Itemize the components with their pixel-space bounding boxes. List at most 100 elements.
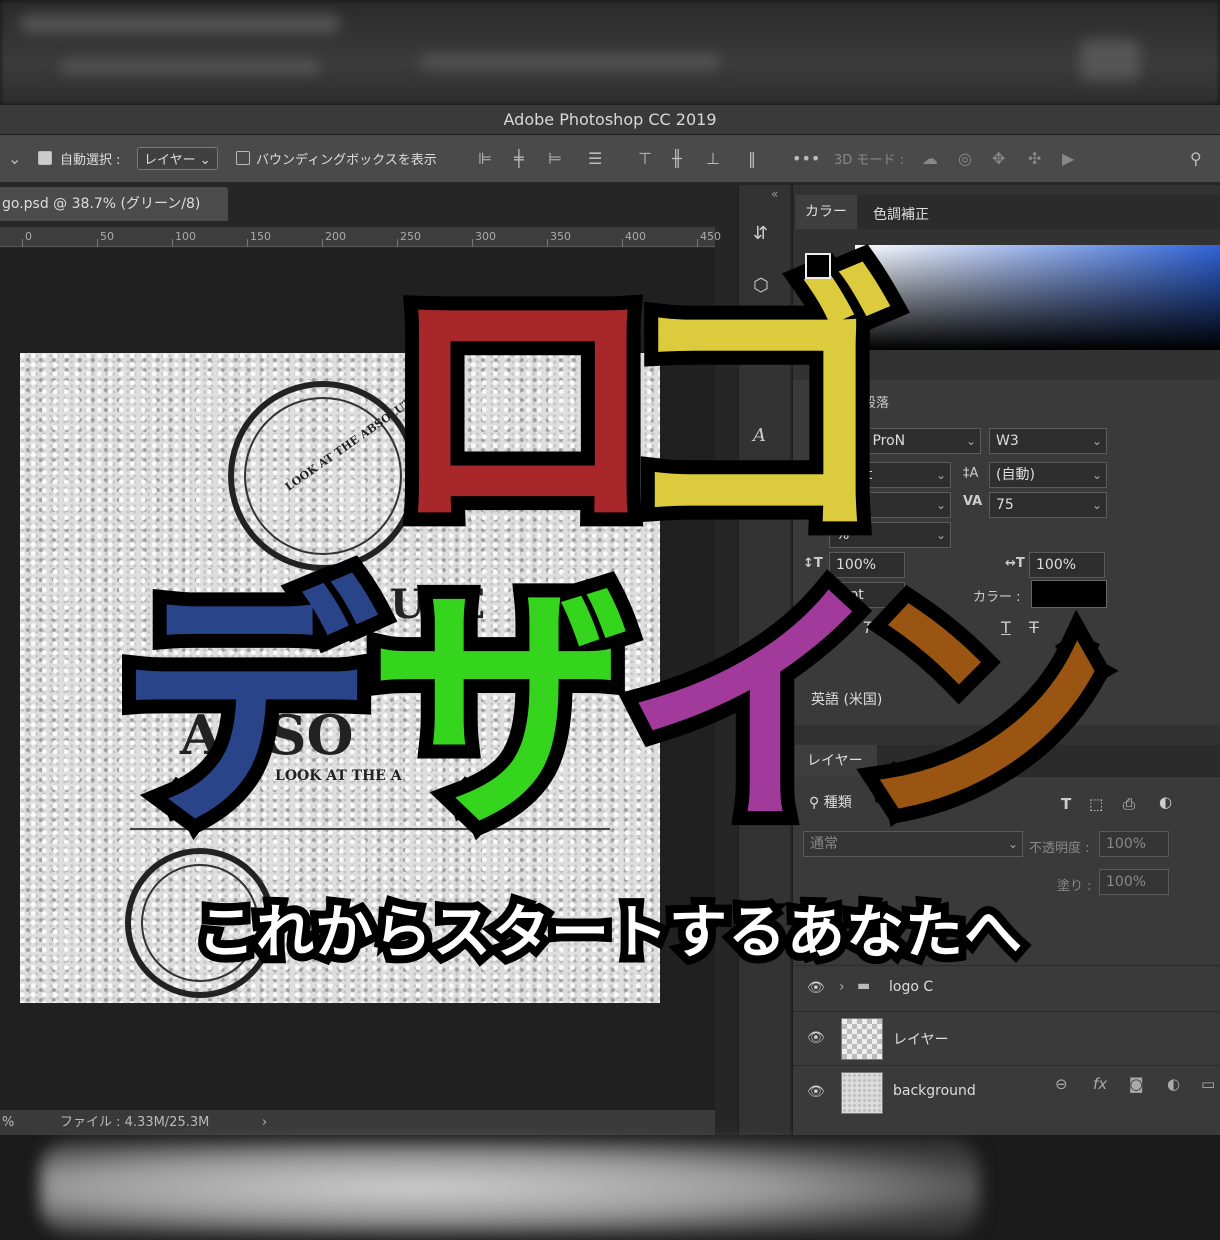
chevron-down-icon: ⌄ bbox=[935, 528, 946, 542]
font-family-select[interactable]: 角ゴ ProN ⌄ bbox=[833, 428, 981, 454]
align-left-icon[interactable]: ⊫ bbox=[478, 149, 492, 168]
layer-thumbnail bbox=[841, 1018, 883, 1060]
proportional-spacing-field[interactable]: % ⌄ bbox=[829, 522, 951, 548]
status-file-size: ファイル : 4.33M/25.3M bbox=[60, 1115, 210, 1130]
align-right-icon[interactable]: ⊨ bbox=[548, 149, 562, 168]
search-icon[interactable]: ⚲ bbox=[1190, 149, 1202, 168]
collapse-icon[interactable]: « bbox=[771, 187, 778, 201]
font-weight-select[interactable]: W3 ⌄ bbox=[989, 428, 1107, 454]
color-spectrum[interactable] bbox=[855, 245, 1220, 350]
ruler-tick-label: 100 bbox=[175, 230, 196, 243]
ruler-tick bbox=[697, 239, 698, 247]
ruler-tick bbox=[397, 239, 398, 247]
filter-type-icon[interactable]: T bbox=[1061, 795, 1071, 813]
3d-slide-icon[interactable]: ✣ bbox=[1028, 149, 1041, 168]
chevron-down-icon: ⌄ bbox=[935, 468, 946, 482]
paper-rule bbox=[130, 828, 610, 830]
auto-select-label: 自動選択 : bbox=[60, 153, 121, 168]
tracking-value: 75 bbox=[996, 497, 1014, 513]
kerning-field[interactable]: ⌄ bbox=[851, 492, 951, 518]
fx-icon[interactable]: fx bbox=[1093, 1075, 1107, 1093]
language-select[interactable]: 英語 (米国) bbox=[805, 688, 945, 714]
distribute-vertical-icon[interactable]: ‖ bbox=[748, 149, 756, 168]
font-size-field[interactable]: pt ⌄ bbox=[851, 462, 951, 488]
align-middle-icon[interactable]: ╫ bbox=[672, 149, 682, 168]
underline-icon[interactable]: T bbox=[1001, 618, 1011, 637]
baseline-shift-value: 0 pt bbox=[836, 587, 864, 603]
ruler-tick bbox=[622, 239, 623, 247]
vertical-scale-field[interactable]: 100% bbox=[829, 552, 905, 578]
document-canvas[interactable]: LOOK AT THE ABSOLUTE VALUE UTE ABSO LOOK… bbox=[20, 353, 660, 1003]
eye-icon[interactable]: 👁 bbox=[807, 980, 825, 996]
ruler-tick bbox=[547, 239, 548, 247]
filter-shape-icon[interactable]: ⬚ bbox=[1089, 795, 1103, 813]
auto-select-dropdown[interactable]: レイヤー ⌄ bbox=[137, 147, 218, 170]
status-zoom[interactable]: % bbox=[2, 1110, 14, 1135]
layer-row[interactable]: 👁 レイヤー bbox=[793, 1011, 1220, 1065]
auto-select-checkbox[interactable] bbox=[38, 151, 52, 165]
tracking-field[interactable]: 75 ⌄ bbox=[989, 492, 1107, 518]
bounding-box-label: バウンディングボックスを表示 bbox=[256, 153, 437, 168]
proportional-spacing-value: % bbox=[836, 527, 850, 543]
blend-mode-select[interactable]: 通常 ⌄ bbox=[803, 831, 1023, 857]
document-tab[interactable]: go.psd @ 38.7% (グリーン/8) bbox=[0, 187, 228, 221]
3d-orbit-icon[interactable]: ☁ bbox=[922, 149, 938, 168]
foreground-color-swatch[interactable] bbox=[805, 253, 831, 279]
history-icon[interactable]: ⇵ bbox=[753, 223, 768, 244]
fill-label: 塗り : bbox=[1057, 879, 1092, 894]
ruler-tick bbox=[172, 239, 173, 247]
new-group-icon[interactable]: ▭ bbox=[1201, 1075, 1215, 1093]
chevron-down-icon[interactable]: ⌄ bbox=[8, 149, 21, 168]
ruler-tick-label: 400 bbox=[625, 230, 646, 243]
chevron-down-icon: ⌄ bbox=[1091, 498, 1102, 512]
more-options-icon[interactable]: ••• bbox=[792, 149, 820, 168]
ruler-tick-label: 450 bbox=[700, 230, 721, 243]
ruler-tick bbox=[322, 239, 323, 247]
chevron-down-icon: ⌄ bbox=[1007, 837, 1018, 851]
align-center-icon[interactable]: ╪ bbox=[514, 149, 524, 168]
tab-color[interactable]: カラー bbox=[795, 195, 857, 229]
chevron-right-icon[interactable]: › bbox=[839, 979, 845, 995]
3d-roll-icon[interactable]: ◎ bbox=[958, 149, 972, 168]
align-top-icon[interactable]: ⊤ bbox=[638, 149, 652, 168]
baseline-shift-field[interactable]: 0 pt bbox=[829, 582, 905, 608]
leading-field[interactable]: (自動) ⌄ bbox=[989, 462, 1107, 488]
right-panels: カラー 色調補正 段落 角ゴ ProN ⌄ W3 ⌄ pt ⌄ ‡A (自動) ⌄ ⌄ … bbox=[792, 185, 1220, 1135]
font-size-value: pt bbox=[858, 467, 873, 483]
tab-layers[interactable]: レイヤー bbox=[793, 745, 877, 777]
bounding-box-checkbox[interactable] bbox=[236, 151, 250, 165]
color-panel-tabs: カラー 色調補正 bbox=[793, 195, 1220, 229]
align-bottom-icon[interactable]: ⊥ bbox=[706, 149, 720, 168]
adjustment-layer-icon[interactable]: ◐ bbox=[1167, 1075, 1180, 1093]
3d-camera-icon[interactable]: ▶ bbox=[1062, 149, 1074, 168]
3d-pan-icon[interactable]: ✥ bbox=[992, 149, 1005, 168]
italic-icon[interactable]: T bbox=[863, 618, 873, 637]
3d-panel-icon[interactable]: ⬡ bbox=[753, 275, 769, 296]
auto-select-value: レイヤー bbox=[144, 153, 196, 168]
vertical-scale-value: 100% bbox=[836, 557, 877, 573]
distribute-icon[interactable]: ☰ bbox=[588, 149, 602, 168]
link-layers-icon[interactable]: ⊖ bbox=[1055, 1075, 1068, 1093]
opacity-field[interactable]: 100% bbox=[1099, 831, 1169, 857]
tab-adjustments[interactable]: 色調補正 bbox=[873, 204, 929, 224]
horizontal-scale-field[interactable]: 100% bbox=[1029, 552, 1105, 578]
fill-field[interactable]: 100% bbox=[1099, 869, 1169, 895]
photoshop-window: Adobe Photoshop CC 2019 ⌄ 自動選択 : レイヤー ⌄ … bbox=[0, 105, 1220, 1135]
character-panel-icon[interactable]: A bbox=[753, 425, 766, 446]
eye-icon[interactable]: 👁 bbox=[807, 1030, 825, 1046]
filter-toggle-icon[interactable]: ◐ bbox=[1159, 793, 1172, 811]
font-family-value: 角ゴ ProN bbox=[840, 433, 906, 449]
strikethrough-icon[interactable]: T bbox=[1029, 618, 1039, 637]
text-color-swatch[interactable] bbox=[1031, 580, 1107, 608]
layer-row-group[interactable]: 👁 › ▬ logo C bbox=[793, 965, 1220, 1011]
layer-filter-select[interactable]: ⚲ 種類 bbox=[803, 791, 873, 817]
layer-name: レイヤー bbox=[893, 1032, 949, 1048]
filter-smart-object-icon[interactable]: ⎙ bbox=[1123, 795, 1135, 813]
add-mask-icon[interactable]: ◙ bbox=[1129, 1075, 1144, 1093]
window-title: Adobe Photoshop CC 2019 bbox=[0, 105, 1220, 135]
status-chevron-icon[interactable]: › bbox=[262, 1110, 267, 1135]
tracking-icon: VA bbox=[963, 494, 983, 509]
tab-paragraph[interactable]: 段落 bbox=[863, 392, 889, 411]
status-bar: % ファイル : 4.33M/25.3M › bbox=[0, 1110, 715, 1135]
canvas-area[interactable]: LOOK AT THE ABSOLUTE VALUE UTE ABSO LOOK… bbox=[0, 248, 715, 1110]
